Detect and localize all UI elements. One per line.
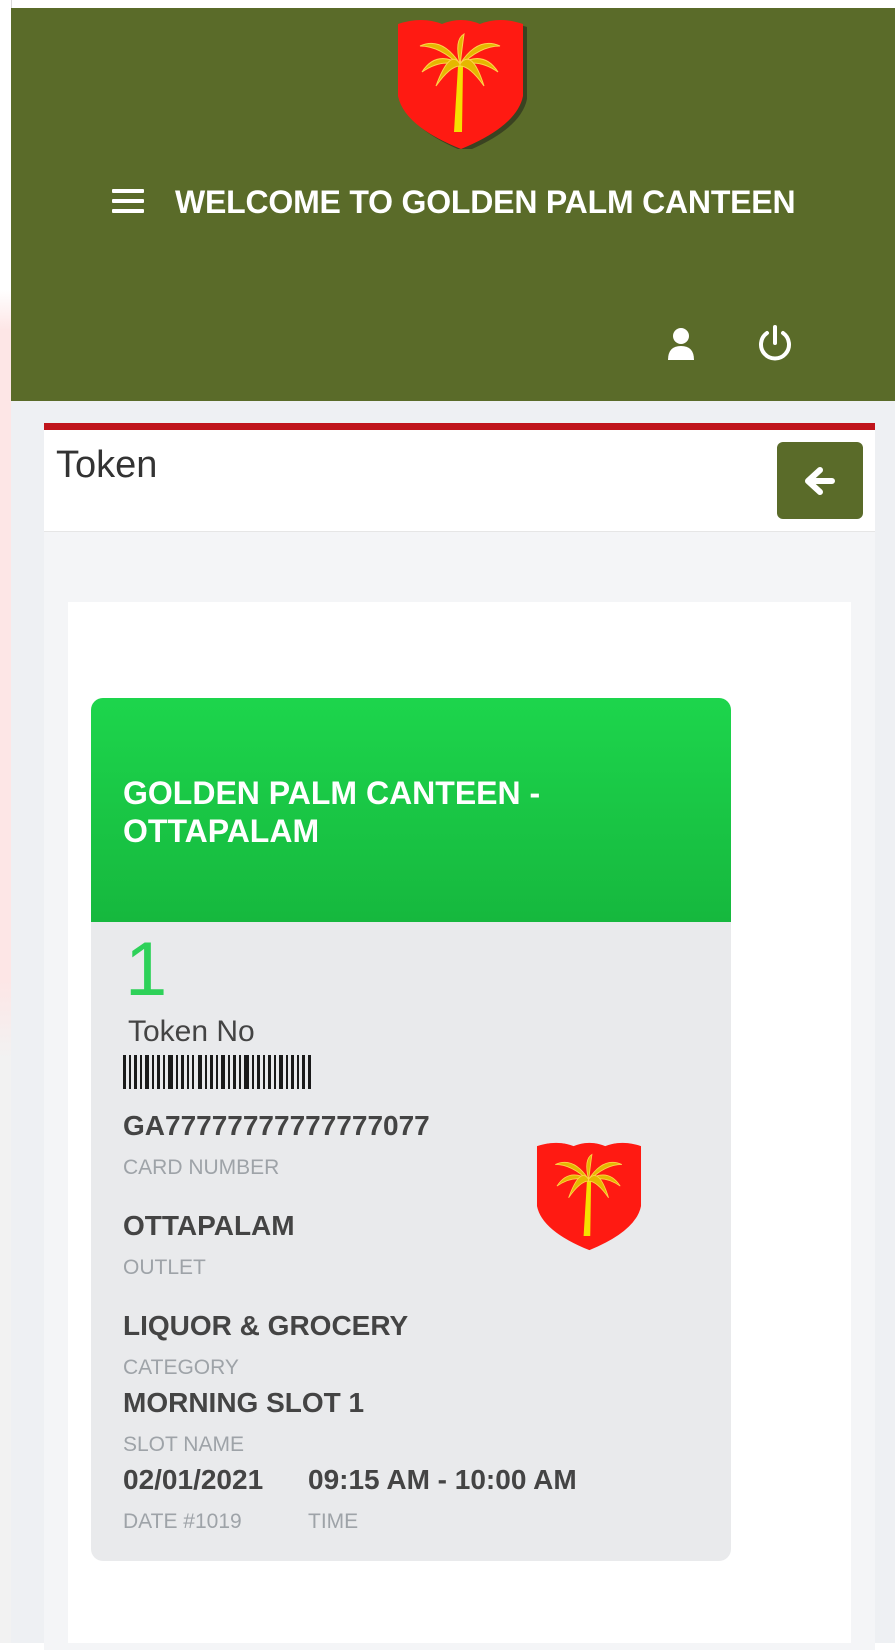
category-label: CATEGORY	[123, 1356, 239, 1379]
outlet-label: OUTLET	[123, 1256, 206, 1279]
back-button[interactable]	[777, 442, 863, 519]
hamburger-menu-icon[interactable]	[112, 189, 144, 217]
power-icon[interactable]	[756, 324, 794, 362]
date-value: 02/01/2021	[123, 1464, 264, 1495]
palm-shield-logo	[398, 20, 527, 149]
app-header: WELCOME TO GOLDEN PALM CANTEEN	[11, 8, 895, 401]
user-icon[interactable]	[666, 326, 696, 360]
card-number-value: GA77777777777777077	[123, 1110, 430, 1141]
arrow-left-icon	[805, 466, 835, 495]
slot-name-label: SLOT NAME	[123, 1433, 244, 1456]
page-title: WELCOME TO GOLDEN PALM CANTEEN	[175, 184, 796, 220]
panel-title: Token	[56, 444, 158, 486]
token-number: 1	[125, 927, 168, 1012]
slot-name-value: MORNING SLOT 1	[123, 1387, 365, 1418]
outlet-title: GOLDEN PALM CANTEEN - OTTAPALAM	[123, 775, 541, 849]
barcode	[123, 1055, 311, 1089]
category-value: LIQUOR & GROCERY	[123, 1310, 409, 1341]
card-number-label: CARD NUMBER	[123, 1156, 280, 1179]
panel-header: Token	[44, 430, 875, 532]
outlet-value: OTTAPALAM	[123, 1210, 295, 1241]
palm-shield-logo	[536, 1142, 642, 1251]
token-card-header: GOLDEN PALM CANTEEN - OTTAPALAM	[91, 698, 731, 922]
date-label: DATE #1019	[123, 1510, 242, 1533]
token-card: GOLDEN PALM CANTEEN - OTTAPALAM 1 Token …	[91, 698, 731, 1561]
token-number-label: Token No	[128, 1015, 255, 1048]
time-label: TIME	[308, 1510, 359, 1533]
time-value: 09:15 AM - 10:00 AM	[308, 1464, 577, 1495]
